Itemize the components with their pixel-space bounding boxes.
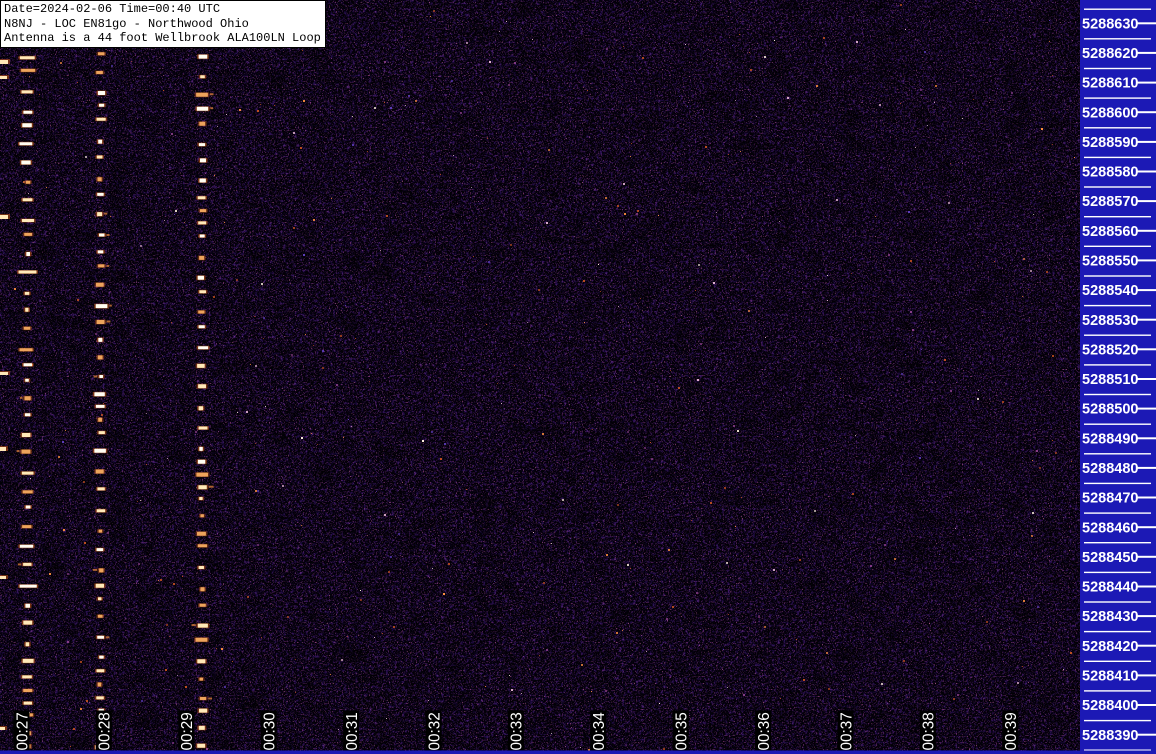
- svg-text:5288430: 5288430: [1082, 609, 1138, 625]
- svg-text:00:27: 00:27: [14, 712, 31, 750]
- svg-text:00:28: 00:28: [97, 712, 114, 750]
- svg-text:00:38: 00:38: [921, 712, 938, 750]
- svg-text:00:32: 00:32: [426, 712, 443, 750]
- svg-text:00:30: 00:30: [262, 712, 279, 750]
- svg-text:5288550: 5288550: [1082, 254, 1138, 270]
- svg-text:5288540: 5288540: [1082, 283, 1138, 299]
- svg-text:5288390: 5288390: [1082, 728, 1138, 744]
- svg-text:5288480: 5288480: [1082, 461, 1138, 477]
- svg-text:5288410: 5288410: [1082, 669, 1138, 685]
- svg-text:5288620: 5288620: [1082, 46, 1138, 62]
- svg-text:00:36: 00:36: [756, 712, 773, 750]
- svg-text:5288510: 5288510: [1082, 372, 1138, 388]
- svg-text:00:33: 00:33: [509, 712, 526, 750]
- svg-text:00:37: 00:37: [838, 712, 855, 750]
- svg-text:00:35: 00:35: [674, 712, 691, 750]
- svg-text:00:39: 00:39: [1003, 712, 1020, 750]
- svg-text:5288440: 5288440: [1082, 580, 1138, 596]
- svg-text:5288580: 5288580: [1082, 165, 1138, 181]
- svg-text:5288560: 5288560: [1082, 224, 1138, 240]
- svg-text:5288570: 5288570: [1082, 194, 1138, 210]
- svg-text:5288450: 5288450: [1082, 550, 1138, 566]
- svg-text:5288420: 5288420: [1082, 639, 1138, 655]
- svg-text:5288610: 5288610: [1082, 76, 1138, 92]
- svg-text:00:29: 00:29: [179, 712, 196, 750]
- svg-text:5288630: 5288630: [1082, 16, 1138, 32]
- svg-text:5288460: 5288460: [1082, 520, 1138, 536]
- svg-text:5288470: 5288470: [1082, 491, 1138, 507]
- svg-text:5288520: 5288520: [1082, 342, 1138, 358]
- svg-text:5288490: 5288490: [1082, 431, 1138, 447]
- svg-text:5288530: 5288530: [1082, 313, 1138, 329]
- svg-text:5288500: 5288500: [1082, 402, 1138, 418]
- svg-text:00:31: 00:31: [344, 712, 361, 750]
- svg-text:5288590: 5288590: [1082, 135, 1138, 151]
- svg-text:5288400: 5288400: [1082, 698, 1138, 714]
- svg-text:00:34: 00:34: [591, 712, 608, 751]
- svg-text:5288600: 5288600: [1082, 105, 1138, 121]
